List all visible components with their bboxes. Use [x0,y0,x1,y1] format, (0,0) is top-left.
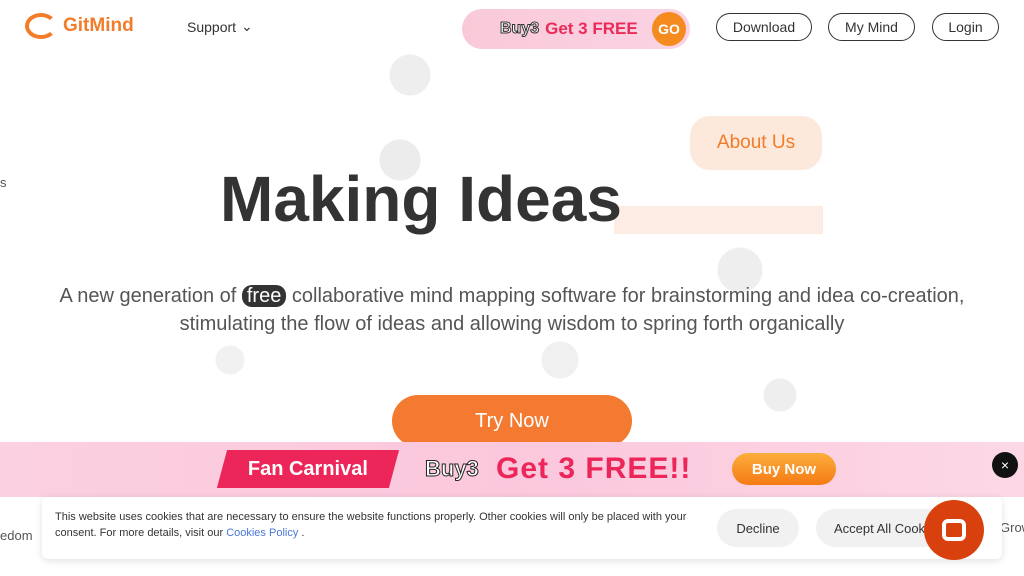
hero-subtitle: A new generation of free collaborative m… [59,285,965,335]
cookie-banner: This website uses cookies that are neces… [42,497,1002,559]
buy-now-button[interactable]: Buy Now [732,453,836,485]
get3-label: Get 3 FREE!! [496,452,692,485]
support-menu[interactable]: Support ⌄ [187,18,253,35]
side-label-left-2: edom [0,528,33,543]
about-us-bubble[interactable]: About Us [690,116,822,170]
chat-icon [942,519,966,541]
header: GitMind Support ⌄ Buy3 Get 3 FREE GO Downlo… [0,0,1024,54]
side-label-left: s [0,175,7,190]
title-highlight [614,206,823,234]
my-mind-button[interactable]: My Mind [828,13,915,41]
page-title: Making Ideas [220,163,622,235]
decline-button[interactable]: Decline [717,509,799,547]
logo[interactable]: GitMind [25,13,134,39]
go-button[interactable]: GO [652,12,686,46]
free-badge: free [241,285,287,307]
login-button[interactable]: Login [932,13,999,41]
fan-carnival-label: Fan Carnival [216,450,400,488]
download-button[interactable]: Download [716,13,812,41]
chevron-down-icon: ⌄ [241,18,253,34]
chat-button[interactable] [924,500,984,560]
buy3-label: Buy3 [425,456,480,482]
gitmind-logo-icon [25,13,57,39]
cookie-text: This website uses cookies that are neces… [55,511,687,539]
side-label-right: Grow [1000,520,1024,535]
promo-banner[interactable]: Buy3 Get 3 FREE GO [462,9,690,49]
try-now-button[interactable]: Try Now [392,395,632,447]
close-icon[interactable]: × [992,452,1018,478]
fan-carnival-banner[interactable]: Fan Carnival Buy3 Get 3 FREE!! Buy Now [0,442,1024,497]
cookies-policy-link[interactable]: Cookies Policy [226,527,298,539]
